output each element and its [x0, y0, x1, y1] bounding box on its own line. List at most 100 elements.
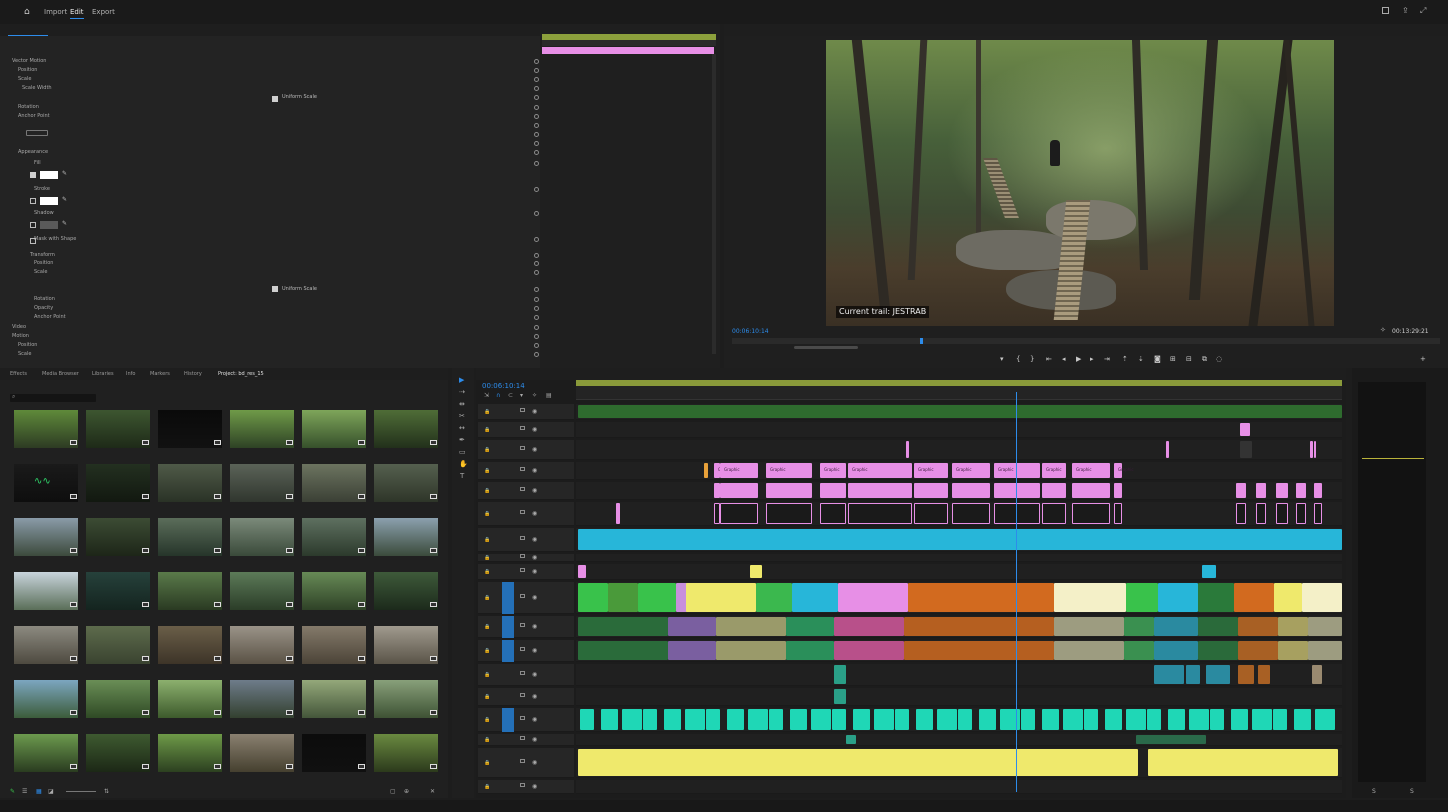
track-lane[interactable]	[576, 688, 1342, 706]
timeline-clip[interactable]	[616, 503, 620, 524]
toggle-output-icon[interactable]	[520, 487, 525, 491]
toggle-output-icon[interactable]	[520, 446, 525, 450]
project-item-thumbnail[interactable]	[158, 572, 222, 610]
timeline-clip[interactable]	[748, 709, 768, 730]
timeline-clip[interactable]	[1054, 583, 1126, 612]
lock-icon[interactable]: 🔒	[484, 737, 490, 743]
lock-icon[interactable]: 🔒	[484, 447, 490, 453]
add-marker-icon[interactable]: ▾	[1000, 355, 1004, 363]
timeline-clip[interactable]	[1240, 423, 1250, 436]
lock-icon[interactable]: 🔒	[484, 468, 490, 474]
timeline-clip[interactable]	[786, 617, 834, 636]
timeline-clip[interactable]	[904, 617, 1054, 636]
eye-icon[interactable]: ◉	[532, 446, 537, 453]
vr-icon[interactable]: ◌	[1216, 355, 1222, 363]
lock-icon[interactable]: 🔒	[484, 427, 490, 433]
track-lane[interactable]	[576, 564, 1342, 580]
project-item-thumbnail[interactable]	[302, 734, 366, 772]
reset-parameter-icon[interactable]	[534, 77, 539, 82]
track-header[interactable]: 🔒 ◉	[478, 482, 574, 500]
tab-markers[interactable]: Markers	[150, 371, 170, 377]
shadow-checkbox[interactable]	[30, 222, 36, 228]
freeform-view-icon[interactable]: ◪	[48, 788, 54, 795]
lock-icon[interactable]: 🔒	[484, 569, 490, 575]
quick-export-icon[interactable]	[1382, 7, 1389, 14]
stroke-color-swatch[interactable]	[40, 197, 58, 205]
project-item-thumbnail[interactable]	[302, 464, 366, 502]
toggle-output-icon[interactable]	[520, 467, 525, 471]
project-item-thumbnail[interactable]	[374, 410, 438, 448]
project-item-thumbnail[interactable]	[158, 680, 222, 718]
timeline-clip[interactable]	[1278, 617, 1308, 636]
eye-icon[interactable]: ◉	[532, 536, 537, 543]
reset-parameter-icon[interactable]	[534, 123, 539, 128]
eye-icon[interactable]: ◉	[532, 671, 537, 678]
lock-icon[interactable]: 🔒	[484, 624, 490, 630]
timeline-clip[interactable]	[1054, 617, 1124, 636]
project-item-thumbnail[interactable]	[86, 410, 150, 448]
timeline-clip[interactable]: Graphic	[1042, 463, 1066, 478]
timeline-ruler[interactable]	[576, 386, 1342, 400]
project-item-thumbnail[interactable]	[302, 410, 366, 448]
track-target-toggle[interactable]	[502, 708, 514, 732]
tab-project[interactable]: Project: bd_res_15	[218, 371, 264, 377]
toggle-output-icon[interactable]	[520, 693, 525, 697]
eye-icon[interactable]: ◉	[532, 426, 537, 433]
track-header[interactable]: 🔒 ◉	[478, 616, 574, 638]
timeline-clip[interactable]	[1042, 709, 1059, 730]
reset-parameter-icon[interactable]	[534, 59, 539, 64]
track-lane[interactable]	[576, 502, 1342, 526]
timeline-clip[interactable]	[846, 735, 856, 744]
reset-parameter-icon[interactable]	[534, 86, 539, 91]
program-timecode[interactable]: 00:06:10:14	[732, 328, 769, 335]
timeline-clip[interactable]	[1238, 665, 1254, 684]
timeline-clip[interactable]	[908, 583, 1054, 612]
timeline-clip[interactable]	[643, 709, 657, 730]
track-header[interactable]: 🔒 ◉	[478, 462, 574, 480]
ec-row-value-x[interactable]: Uniform Scale	[282, 94, 317, 100]
track-target-toggle[interactable]	[502, 640, 514, 662]
timeline-clip[interactable]	[1314, 441, 1316, 458]
add-marker-icon[interactable]: ▾	[520, 392, 523, 399]
project-item-thumbnail[interactable]: ∿∿	[14, 464, 78, 502]
timeline-clip[interactable]	[578, 583, 608, 612]
track-lane[interactable]	[576, 734, 1342, 746]
project-item-thumbnail[interactable]	[86, 464, 150, 502]
timeline-clip[interactable]	[916, 709, 933, 730]
lock-icon[interactable]: 🔒	[484, 648, 490, 654]
project-item-thumbnail[interactable]	[86, 680, 150, 718]
toggle-output-icon[interactable]	[520, 759, 525, 763]
timeline-clip[interactable]	[1231, 709, 1248, 730]
track-header[interactable]: 🔒 ◉	[478, 528, 574, 552]
list-view-icon[interactable]: ☰	[22, 788, 27, 795]
reset-parameter-icon[interactable]	[534, 105, 539, 110]
project-item-thumbnail[interactable]	[230, 734, 294, 772]
toggle-output-icon[interactable]	[520, 783, 525, 787]
timeline-clip[interactable]	[838, 583, 908, 612]
timeline-clip[interactable]	[1210, 709, 1224, 730]
project-item-thumbnail[interactable]	[158, 518, 222, 556]
search-input[interactable]	[10, 394, 96, 402]
track-lane[interactable]	[576, 528, 1342, 552]
project-item-thumbnail[interactable]	[86, 518, 150, 556]
lift-icon[interactable]: ⇡	[1122, 355, 1128, 363]
timeline-clip[interactable]	[937, 709, 957, 730]
timeline-clip[interactable]	[1276, 503, 1288, 524]
snap-icon[interactable]: ∩	[496, 392, 500, 399]
timeline-clip[interactable]	[1278, 641, 1308, 660]
timeline-clip[interactable]	[790, 709, 807, 730]
timeline-clip[interactable]	[1296, 483, 1306, 498]
timeline-clip[interactable]	[820, 503, 846, 524]
timeline-clip[interactable]	[1276, 483, 1288, 498]
timeline-clip[interactable]	[848, 503, 912, 524]
tab-effects[interactable]: Effects	[10, 371, 27, 377]
timeline-clip[interactable]	[1274, 583, 1302, 612]
reset-parameter-icon[interactable]	[534, 114, 539, 119]
solo-button[interactable]: S	[1410, 788, 1414, 795]
timeline-clip[interactable]	[1166, 441, 1169, 458]
timeline-clip[interactable]	[1258, 665, 1270, 684]
workspace-export[interactable]: Export	[92, 8, 115, 16]
timeline-clip[interactable]	[1206, 665, 1230, 684]
timeline-clip[interactable]	[895, 709, 909, 730]
timeline-clip[interactable]: Graphic	[820, 463, 846, 478]
